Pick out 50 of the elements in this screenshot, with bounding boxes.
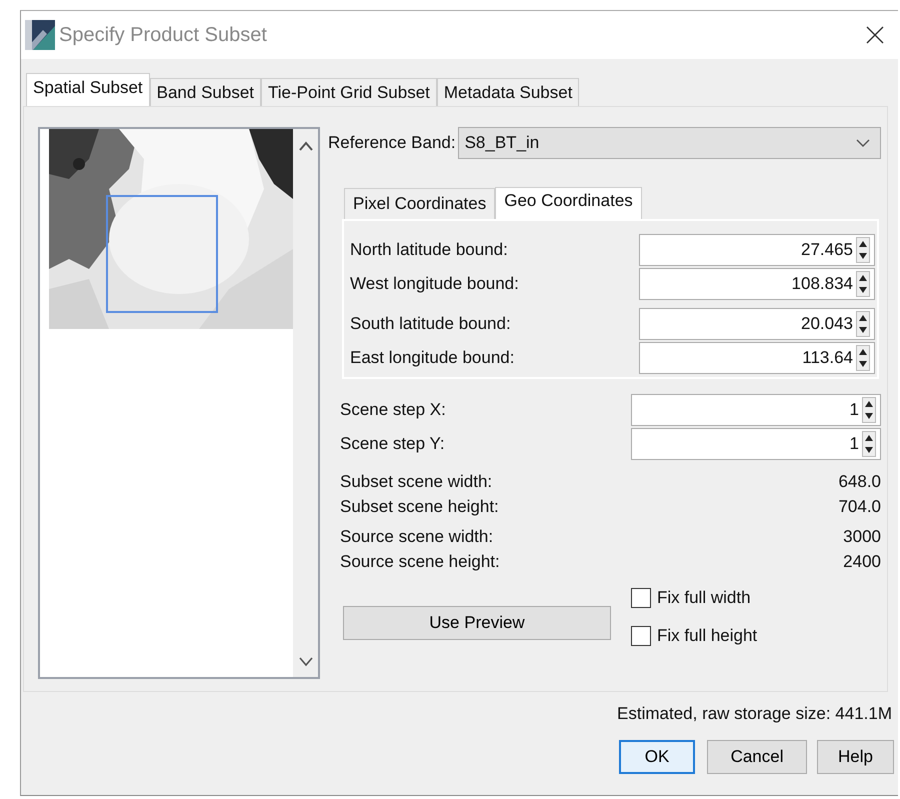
storage-size-text: Estimated, raw storage size: 441.1M — [616, 703, 893, 724]
info-value: 3000 — [843, 526, 881, 546]
spinner-field[interactable]: 1 — [631, 428, 881, 460]
spinner-arrows-icon[interactable] — [862, 431, 876, 457]
field-label: East longitude bound: — [350, 348, 514, 368]
use-preview-button[interactable]: Use Preview — [343, 606, 611, 640]
field-label: Scene step X: — [340, 400, 446, 420]
field-label: South latitude bound: — [350, 314, 511, 334]
spinner-field[interactable]: 113.64 — [639, 342, 875, 374]
checkbox[interactable] — [631, 588, 651, 608]
checkbox-label: Fix full width — [657, 588, 751, 608]
info-label: Subset scene width: — [340, 472, 492, 492]
reference-band-dropdown[interactable]: S8_BT_in — [458, 127, 881, 159]
info-value: 704.0 — [838, 496, 881, 516]
info-label: Source scene height: — [340, 552, 500, 572]
tab[interactable]: Metadata Subset — [436, 78, 580, 106]
spinner-field[interactable]: 1 — [631, 394, 881, 426]
spinner-field[interactable]: 20.043 — [639, 308, 875, 340]
field-label: West longitude bound: — [350, 274, 519, 294]
info-label: Subset scene height: — [340, 496, 499, 516]
field-label: Scene step Y: — [340, 434, 445, 454]
close-icon[interactable] — [866, 26, 884, 44]
tab[interactable]: Spatial Subset — [26, 73, 150, 106]
scroll-down-icon[interactable] — [298, 657, 312, 667]
scroll-up-icon[interactable] — [298, 141, 312, 151]
spinner-arrows-icon[interactable] — [856, 237, 870, 263]
info-value: 648.0 — [838, 472, 881, 492]
checkbox[interactable] — [631, 626, 651, 646]
app-logo-icon — [25, 20, 55, 50]
tab[interactable]: Pixel Coordinates — [344, 188, 496, 219]
dialog-button[interactable]: OK — [619, 740, 696, 774]
dropdown-chevron-icon — [856, 139, 870, 147]
window-title: Specify Product Subset — [59, 24, 267, 46]
field-label: North latitude bound: — [350, 240, 508, 260]
info-label: Source scene width: — [340, 526, 494, 546]
dialog-button[interactable]: Help — [817, 740, 894, 774]
tab[interactable]: Geo Coordinates — [495, 187, 642, 219]
checkbox-label: Fix full height — [657, 626, 758, 646]
spinner-field[interactable]: 27.465 — [639, 234, 875, 266]
dialog-button[interactable]: Cancel — [707, 740, 808, 774]
tab[interactable]: Band Subset — [150, 78, 261, 106]
spinner-arrows-icon[interactable] — [856, 271, 870, 297]
field-label: Reference Band: — [328, 133, 456, 153]
selection-rectangle[interactable] — [106, 195, 218, 313]
tab[interactable]: Tie-Point Grid Subset — [261, 78, 437, 106]
spinner-arrows-icon[interactable] — [856, 345, 870, 371]
spinner-field[interactable]: 108.834 — [639, 268, 875, 300]
spinner-arrows-icon[interactable] — [862, 397, 876, 423]
info-value: 2400 — [843, 552, 881, 572]
spinner-arrows-icon[interactable] — [856, 311, 870, 337]
